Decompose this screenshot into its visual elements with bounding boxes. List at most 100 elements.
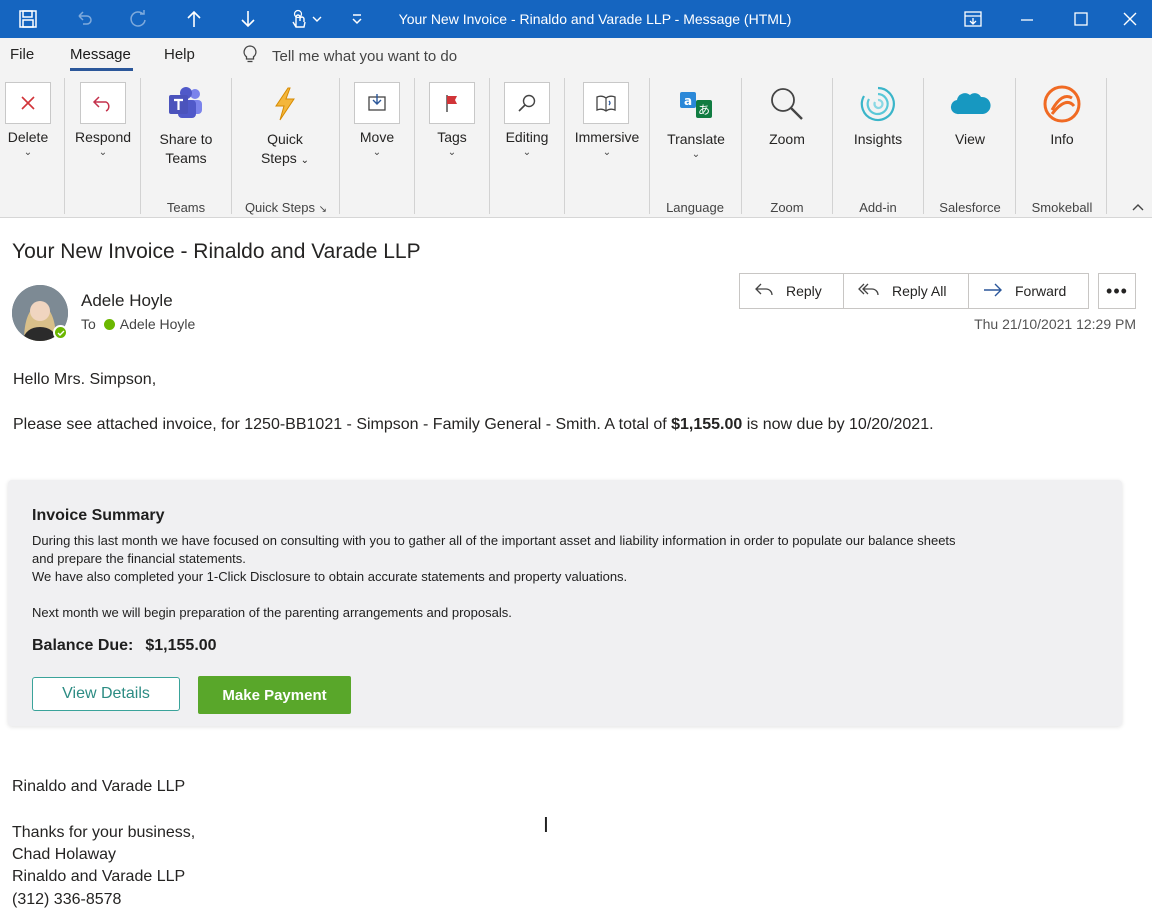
save-icon[interactable] (14, 0, 42, 38)
intro-amount: $1,155.00 (671, 416, 743, 433)
message-subject: Your New Invoice - Rinaldo and Varade LL… (12, 240, 421, 263)
editing-button[interactable]: Editing ⌄ (500, 74, 554, 159)
respond-button[interactable]: Respond ⌄ (74, 74, 132, 159)
ribbon-divider (741, 78, 742, 214)
close-icon[interactable] (1108, 0, 1152, 38)
share-label-line1: Share to (159, 131, 213, 147)
insights-button[interactable]: Insights (846, 74, 910, 149)
intro-due: is now due by 10/20/2021. (742, 416, 934, 433)
reply-all-label: Reply All (892, 283, 947, 299)
view-label: View (954, 131, 986, 147)
delete-button[interactable]: Delete ⌄ (2, 74, 54, 159)
sender-name[interactable]: Adele Hoyle (81, 291, 173, 311)
immersive-button[interactable]: Immersive ⌄ (572, 74, 642, 159)
salesforce-view-button[interactable]: View (938, 74, 1002, 149)
up-arrow-icon[interactable] (180, 0, 208, 38)
tell-me-search[interactable]: Tell me what you want to do (242, 44, 457, 68)
tags-button[interactable]: Tags ⌄ (427, 74, 477, 159)
menu-file[interactable]: File (10, 46, 34, 63)
menu-message[interactable]: Message (70, 46, 131, 63)
chevron-down-icon: ⌄ (522, 147, 532, 158)
signature-phone[interactable]: (312) 336-8578 (12, 891, 121, 909)
undo-icon[interactable] (70, 0, 98, 38)
forward-button[interactable]: Forward (969, 274, 1088, 308)
balance-label: Balance Due: (32, 637, 134, 654)
to-label: To (81, 316, 96, 332)
reply-all-icon (858, 282, 880, 301)
chevron-down-icon: ⌄ (602, 147, 612, 158)
invoice-line-4: Next month we will begin preparation of … (32, 605, 512, 620)
intro-paragraph: Please see attached invoice, for 1250-BB… (13, 416, 934, 434)
signature-thanks: Thanks for your business, (12, 824, 196, 841)
recipient[interactable]: Adele Hoyle (103, 316, 195, 332)
text-cursor-icon: I (543, 813, 549, 837)
collapse-ribbon-icon[interactable] (1132, 202, 1144, 214)
maximize-icon[interactable] (1054, 0, 1108, 38)
tags-label: Tags (437, 129, 467, 145)
balance-due: Balance Due: $1,155.00 (32, 637, 217, 655)
ribbon-divider (832, 78, 833, 214)
minimize-icon[interactable] (1000, 0, 1054, 38)
group-label-salesforce: Salesforce (939, 200, 1001, 215)
forward-label: Forward (1015, 283, 1067, 299)
make-payment-button[interactable]: Make Payment (198, 676, 351, 714)
quick-steps-line1: Quick (267, 131, 303, 147)
down-arrow-icon[interactable] (234, 0, 262, 38)
group-label-quick-steps: Quick Steps ↘ (236, 200, 336, 215)
menu-bar: File Message Help (0, 38, 1152, 74)
ribbon-divider (489, 78, 490, 214)
dialog-launcher-icon[interactable]: ↘ (319, 204, 327, 215)
reply-all-button[interactable]: Reply All (844, 274, 969, 308)
quick-steps-button[interactable]: Quick Steps ⌄ (250, 74, 320, 170)
share-to-teams-button[interactable]: Share to Teams (150, 74, 222, 168)
ribbon-divider (1015, 78, 1016, 214)
ribbon-divider (339, 78, 340, 214)
intro-text: Please see attached invoice, for 1250-BB… (13, 416, 672, 433)
group-label-language: Language (666, 200, 724, 215)
redo-icon[interactable] (124, 0, 152, 38)
chevron-down-icon: ⌄ (300, 155, 310, 166)
message-timestamp: Thu 21/10/2021 12:29 PM (974, 316, 1136, 332)
greeting: Hello Mrs. Simpson, (13, 371, 157, 388)
menu-help[interactable]: Help (164, 46, 195, 63)
immersive-label: Immersive (574, 129, 640, 145)
move-icon (354, 82, 400, 124)
signature-firm: Rinaldo and Varade LLP (12, 868, 186, 885)
ribbon-divider (649, 78, 650, 214)
smokeball-info-button[interactable]: Info (1030, 74, 1094, 149)
active-tab-underline (70, 68, 133, 71)
group-label-addin: Add-in (859, 200, 897, 215)
quick-steps-line2: Steps (260, 150, 297, 166)
reply-button[interactable]: Reply (740, 274, 844, 308)
immersive-reader-icon (583, 82, 629, 124)
ribbon-divider (923, 78, 924, 214)
signature-name: Chad Holaway (12, 846, 117, 863)
ribbon: Delete ⌄ Respond ⌄ Share to Teams Teams Q… (0, 74, 1152, 218)
info-label: Info (1050, 131, 1074, 147)
search-icon (504, 82, 550, 124)
tell-me-label: Tell me what you want to do (272, 47, 458, 65)
teams-icon (162, 82, 210, 126)
svg-text:あ: あ (698, 103, 710, 117)
respond-label: Respond (74, 129, 132, 145)
message-action-bar: Reply Reply All Forward (739, 273, 1089, 309)
move-button[interactable]: Move ⌄ (352, 74, 402, 159)
insights-icon (854, 82, 902, 126)
group-label-zoom: Zoom (770, 200, 804, 215)
invoice-summary-title: Invoice Summary (32, 507, 165, 524)
view-details-button[interactable]: View Details (32, 677, 180, 711)
ribbon-divider (564, 78, 565, 214)
smokeball-icon (1038, 82, 1086, 126)
svg-text:a: a (684, 94, 692, 108)
translate-button[interactable]: aあ Translate ⌄ (660, 74, 732, 161)
more-actions-button[interactable]: ••• (1098, 273, 1136, 309)
zoom-button[interactable]: Zoom (757, 74, 817, 149)
reply-icon (80, 82, 126, 124)
invoice-line-1: During this last month we have focused o… (32, 533, 956, 548)
balance-value: $1,155.00 (145, 637, 217, 654)
flag-icon (429, 82, 475, 124)
restore-ribbon-icon[interactable] (946, 0, 1000, 38)
recipient-line: To Adele Hoyle (81, 316, 195, 332)
firm-name-line: Rinaldo and Varade LLP (12, 778, 186, 795)
touch-mode-icon[interactable] (286, 0, 326, 38)
